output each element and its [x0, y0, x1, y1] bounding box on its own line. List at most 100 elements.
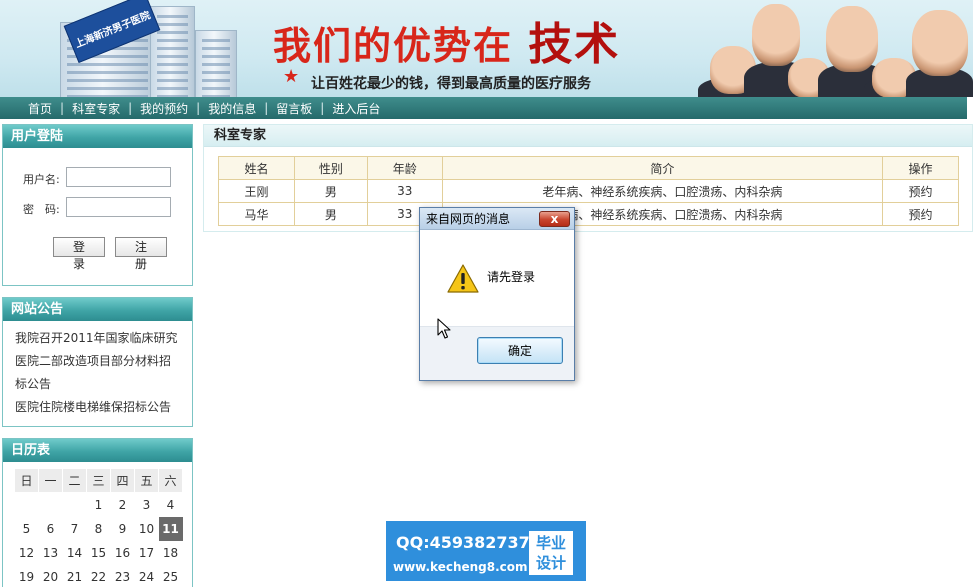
- header-banner: 上海新济男子医院 我们的优势在 技术 ★ 让百姓花最少的钱，得到最高质量的医疗服…: [0, 0, 973, 97]
- notice-item[interactable]: 医院二部改造项目部分材料招: [15, 350, 182, 373]
- weekday-label: 一: [38, 468, 63, 493]
- notice-item[interactable]: 标公告: [15, 373, 182, 396]
- nav-admin[interactable]: 进入后台: [324, 100, 388, 117]
- username-label: 用户名:: [23, 173, 60, 186]
- weekday-label: 日: [14, 468, 39, 493]
- calendar-day[interactable]: 22: [87, 565, 111, 587]
- calendar-day: [15, 493, 39, 517]
- nav-my-info[interactable]: 我的信息: [200, 100, 264, 117]
- calendar-day[interactable]: 20: [39, 565, 63, 587]
- notice-list: 我院召开2011年国家临床研究 医院二部改造项目部分材料招 标公告 医院住院楼电…: [3, 321, 192, 419]
- calendar-week-row: 5 6 7 8 9 10 11: [15, 516, 183, 541]
- calendar-day: [63, 493, 87, 517]
- cell-name: 王刚: [218, 179, 295, 203]
- notice-item[interactable]: 我院召开2011年国家临床研究: [15, 327, 182, 350]
- calendar-day[interactable]: 10: [135, 517, 159, 541]
- col-header-age: 年龄: [366, 156, 443, 180]
- login-button[interactable]: 登 录: [53, 237, 105, 271]
- notice-panel: 网站公告 我院召开2011年国家临床研究 医院二部改造项目部分材料招 标公告 医…: [2, 297, 193, 427]
- calendar-day[interactable]: 21: [63, 565, 87, 587]
- nav-my-appointments[interactable]: 我的预约: [132, 100, 196, 117]
- calendar-day[interactable]: 16: [111, 541, 135, 565]
- table-row: 马华 男 33 老年病、神经系统疾病、口腔溃疡、内科杂病 预约: [218, 202, 959, 226]
- calendar-day[interactable]: 15: [87, 541, 111, 565]
- nav-home[interactable]: 首页: [20, 100, 60, 117]
- col-header-name: 姓名: [218, 156, 295, 180]
- calendar-day[interactable]: 24: [135, 565, 159, 587]
- calendar-week-row: 12 13 14 15 16 17 18: [15, 541, 183, 565]
- banner-tagline: 让百姓花最少的钱，得到最高质量的医疗服务: [311, 76, 591, 92]
- register-button[interactable]: 注 册: [115, 237, 167, 271]
- password-input[interactable]: [66, 197, 171, 217]
- calendar-day[interactable]: 3: [135, 493, 159, 517]
- watermark-qq: QQ:459382737: [396, 533, 530, 552]
- calendar-day[interactable]: 6: [39, 517, 63, 541]
- calendar-day[interactable]: 12: [15, 541, 39, 565]
- notice-panel-title: 网站公告: [3, 298, 192, 321]
- dialog-body: 请先登录: [420, 231, 574, 326]
- calendar-weekday-row: 日 一 二 三 四 五 六: [14, 468, 183, 493]
- weekday-label: 三: [86, 468, 111, 493]
- ok-button[interactable]: 确定: [477, 337, 563, 364]
- warning-icon: [447, 264, 479, 293]
- experts-section: 科室专家 姓名 性别 年龄 简介 操作 王刚 男 33 老年病、神经系统疾病、口…: [203, 124, 973, 232]
- book-link[interactable]: 预约: [882, 202, 959, 226]
- watermark-url: www.kecheng8.com: [393, 560, 528, 574]
- calendar-week-row: 1 2 3 4: [15, 493, 183, 517]
- calendar-day[interactable]: 9: [111, 517, 135, 541]
- calendar-day[interactable]: 4: [159, 493, 183, 517]
- username-input[interactable]: [66, 167, 171, 187]
- calendar-day[interactable]: 18: [159, 541, 183, 565]
- login-panel-title: 用户登陆: [3, 125, 192, 148]
- banner-slogan: 我们的优势在 技术: [273, 8, 620, 72]
- username-row: 用户名:: [3, 167, 193, 189]
- badge-line: 毕业: [535, 534, 566, 552]
- calendar-day[interactable]: 2: [111, 493, 135, 517]
- watermark: QQ:459382737 www.kecheng8.com 毕业 设计: [386, 521, 586, 581]
- weekday-label: 二: [62, 468, 87, 493]
- nav-message-board[interactable]: 留言板: [268, 100, 320, 117]
- password-row: 密 码:: [3, 197, 193, 219]
- weekday-label: 六: [158, 468, 183, 493]
- calendar-day[interactable]: 7: [63, 517, 87, 541]
- calendar-day[interactable]: 25: [159, 565, 183, 587]
- cell-gender: 男: [293, 202, 368, 226]
- nav-experts[interactable]: 科室专家: [64, 100, 128, 117]
- col-header-action: 操作: [882, 156, 959, 180]
- calendar-day[interactable]: 17: [135, 541, 159, 565]
- cell-age: 33: [366, 179, 443, 203]
- col-header-gender: 性别: [293, 156, 368, 180]
- watermark-badge: 毕业 设计: [529, 531, 573, 575]
- calendar-day[interactable]: 1: [87, 493, 111, 517]
- main-nav: 首页 | 科室专家 | 我的预约 | 我的信息 | 留言板 | 进入后台: [0, 97, 967, 119]
- calendar-today[interactable]: 11: [158, 516, 183, 541]
- slogan-emphasis: 技术: [528, 19, 621, 70]
- calendar-day[interactable]: 13: [39, 541, 63, 565]
- calendar-panel: 日历表 日 一 二 三 四 五 六 1 2 3 4 5 6 7 8 9 10 1…: [2, 438, 193, 587]
- notice-item[interactable]: 医院住院楼电梯维保招标公告: [15, 396, 182, 419]
- calendar-day[interactable]: 8: [87, 517, 111, 541]
- calendar-day: [39, 493, 63, 517]
- calendar-day[interactable]: 5: [15, 517, 39, 541]
- star-icon: ★: [283, 66, 300, 87]
- close-icon[interactable]: x: [539, 211, 570, 227]
- weekday-label: 五: [134, 468, 159, 493]
- slogan-text: 我们的优势在: [273, 23, 514, 68]
- calendar-week-row: 19 20 21 22 23 24 25: [15, 565, 183, 587]
- hospital-building-image: [150, 6, 195, 97]
- calendar-grid: 日 一 二 三 四 五 六 1 2 3 4 5 6 7 8 9 10 11 12…: [14, 468, 183, 587]
- weekday-label: 四: [110, 468, 135, 493]
- cell-name: 马华: [218, 202, 295, 226]
- login-panel: 用户登陆 用户名: 密 码: 登 录 注 册: [2, 124, 193, 286]
- calendar-day[interactable]: 14: [63, 541, 87, 565]
- calendar-day[interactable]: 19: [15, 565, 39, 587]
- calendar-day[interactable]: 23: [111, 565, 135, 587]
- badge-line: 设计: [535, 554, 566, 572]
- password-label: 密 码:: [23, 203, 60, 216]
- table-row: 王刚 男 33 老年病、神经系统疾病、口腔溃疡、内科杂病 预约: [218, 179, 959, 203]
- cell-gender: 男: [293, 179, 368, 203]
- book-link[interactable]: 预约: [882, 179, 959, 203]
- hospital-building-image: [195, 30, 237, 97]
- cell-intro: 老年病、神经系统疾病、口腔溃疡、内科杂病: [441, 179, 884, 203]
- dialog-message: 请先登录: [487, 270, 536, 284]
